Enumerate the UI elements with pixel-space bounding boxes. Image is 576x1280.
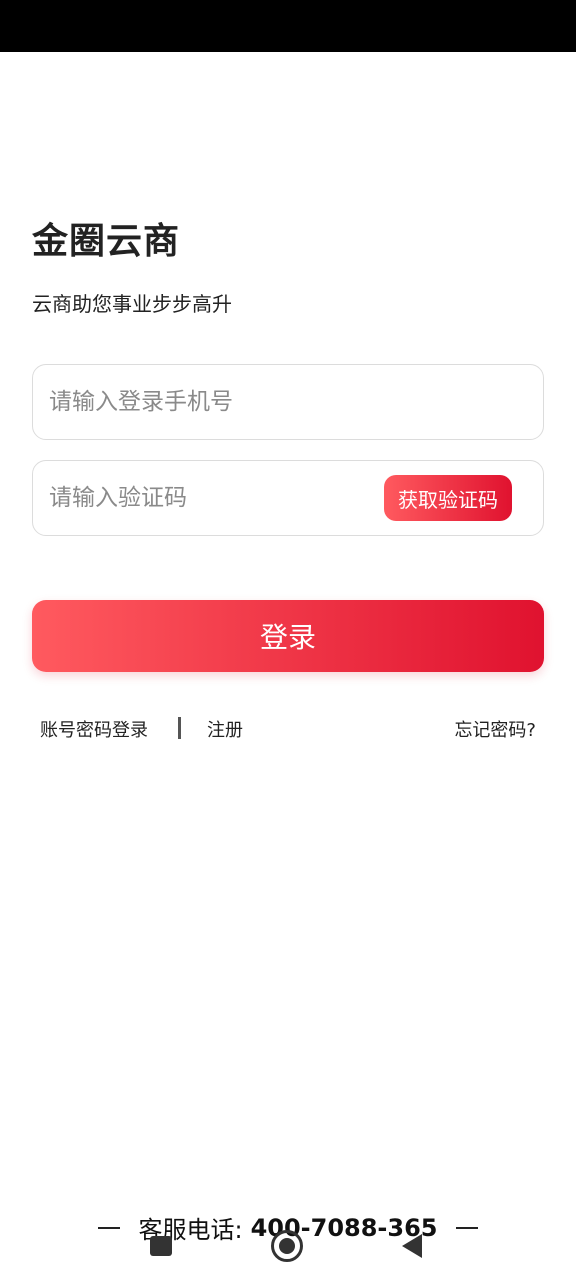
app-title: 金圈云商: [32, 221, 181, 262]
get-code-button[interactable]: 获取验证码: [384, 475, 512, 521]
forgot-password-link[interactable]: 忘记密码?: [454, 716, 536, 742]
recents-square-icon[interactable]: [150, 1236, 172, 1256]
back-triangle-icon[interactable]: [402, 1234, 422, 1258]
login-screen: 金圈云商 云商助您事业步步高升 获取验证码 登录 账号密码登录 注册 忘记密码?…: [0, 0, 576, 1280]
status-bar: [0, 0, 576, 52]
app-subtitle: 云商助您事业步步高升: [32, 292, 232, 316]
login-button[interactable]: 登录: [32, 600, 544, 672]
verification-code-input[interactable]: [49, 461, 379, 535]
phone-input[interactable]: [49, 365, 519, 439]
register-link[interactable]: 注册: [207, 716, 243, 742]
code-field-container: 获取验证码: [32, 460, 544, 536]
link-divider: [178, 717, 181, 739]
password-login-link[interactable]: 账号密码登录: [40, 716, 148, 742]
system-nav-bar: [0, 1226, 576, 1266]
home-circle-icon[interactable]: [271, 1230, 303, 1262]
phone-field-container: [32, 364, 544, 440]
